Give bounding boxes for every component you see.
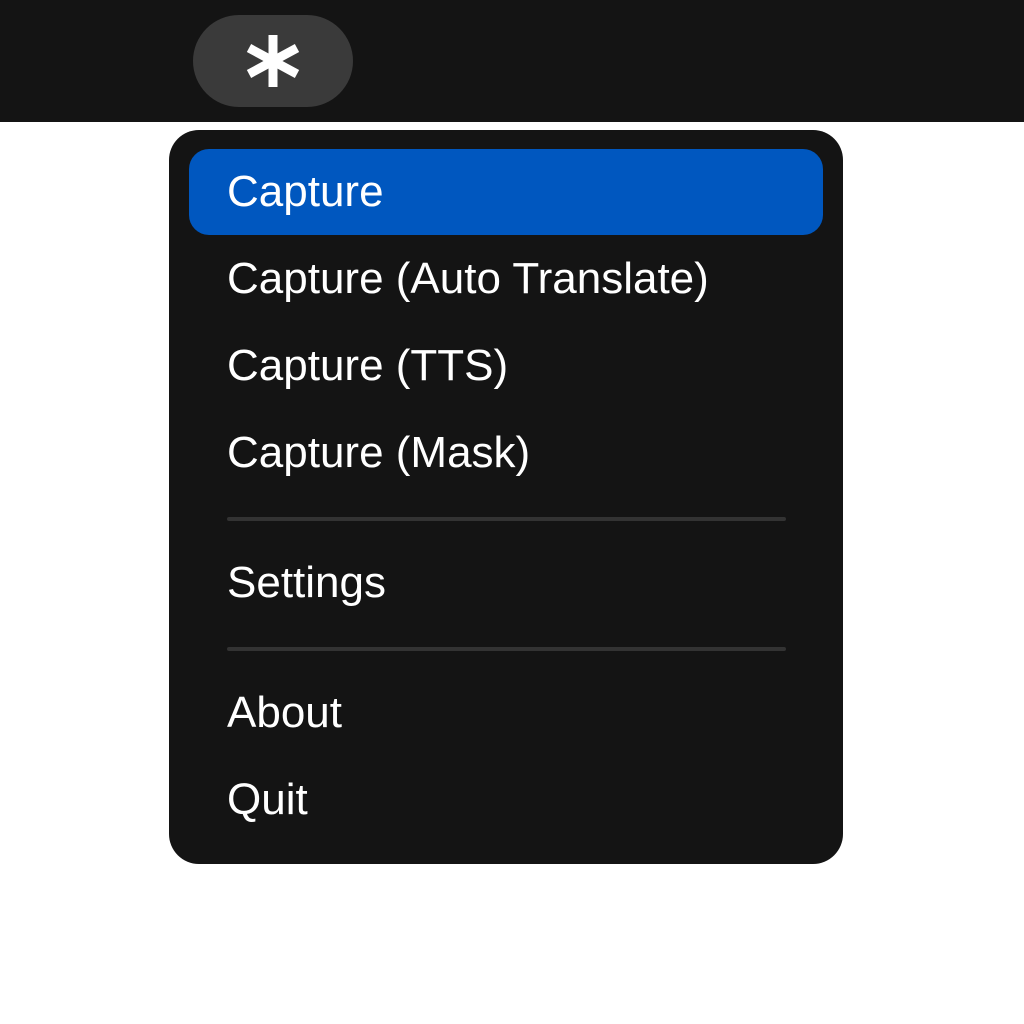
menu-item-settings[interactable]: Settings	[189, 540, 823, 626]
tray-context-menu: Capture Capture (Auto Translate) Capture…	[169, 130, 843, 864]
menu-item-capture-mask[interactable]: Capture (Mask)	[189, 410, 823, 496]
menu-separator	[227, 517, 786, 521]
asterisk-app-icon	[246, 35, 300, 87]
menu-item-capture[interactable]: Capture	[189, 149, 823, 235]
menu-separator	[227, 647, 786, 651]
menu-item-quit[interactable]: Quit	[189, 757, 823, 843]
tray-app-button[interactable]	[193, 15, 353, 107]
menu-item-capture-auto-translate[interactable]: Capture (Auto Translate)	[189, 236, 823, 322]
menu-item-about[interactable]: About	[189, 670, 823, 756]
menu-bar	[0, 0, 1024, 122]
menu-item-capture-tts[interactable]: Capture (TTS)	[189, 323, 823, 409]
